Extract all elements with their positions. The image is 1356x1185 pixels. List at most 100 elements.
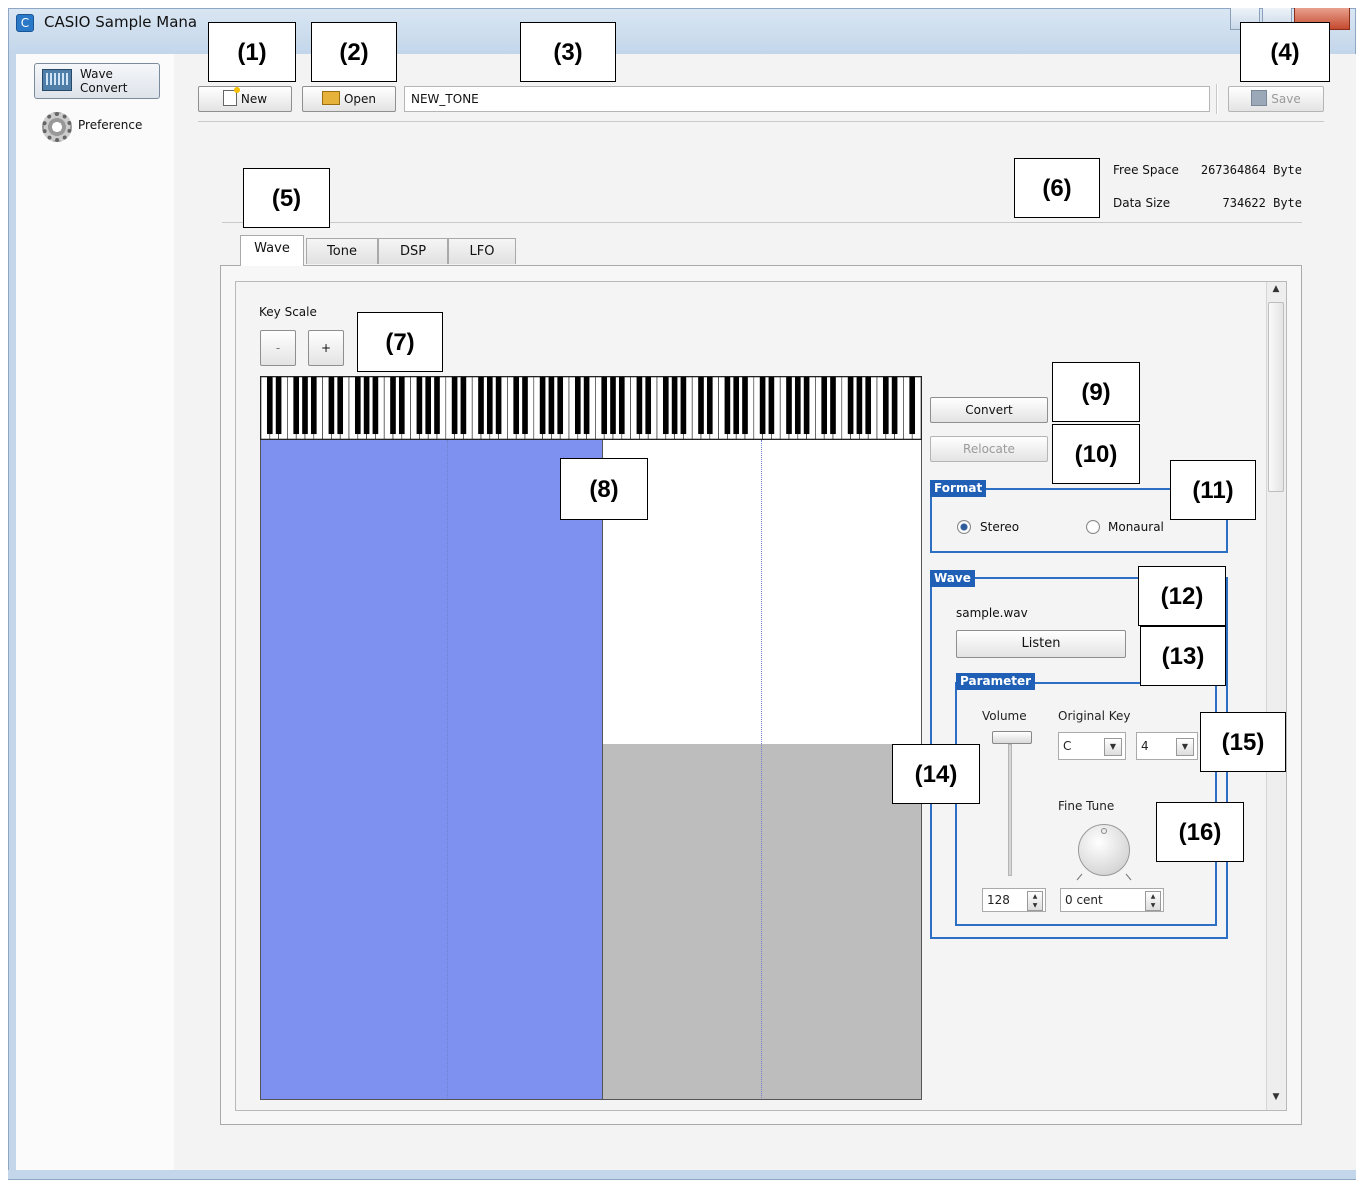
black-key[interactable] [522,377,528,435]
open-button[interactable]: Open [302,86,396,112]
black-key[interactable] [513,377,520,435]
black-key[interactable] [302,377,308,435]
black-key[interactable] [337,377,344,435]
key-scale-minus-button[interactable]: - [260,330,296,366]
tab-dsp[interactable]: DSP [378,238,448,264]
tone-name-input[interactable]: NEW_TONE [404,86,1210,112]
toolbar-separator [1216,84,1218,114]
piano-keys[interactable] [261,377,921,439]
black-key[interactable] [557,377,564,435]
volume-slider-track[interactable] [1008,744,1012,876]
black-key[interactable] [293,377,300,435]
save-icon [1251,90,1268,106]
black-key[interactable] [610,377,616,435]
volume-slider-thumb[interactable] [992,731,1032,744]
scroll-down-arrow-icon[interactable]: ▼ [1266,1092,1286,1108]
black-key[interactable] [372,377,379,435]
black-key[interactable] [706,377,713,435]
volume-spinbox[interactable]: 128 ▲ ▼ [982,888,1046,912]
black-key[interactable] [486,377,493,435]
fine-tune-spinbox[interactable]: 0 cent ▲ ▼ [1060,888,1164,912]
black-key[interactable] [645,377,652,435]
black-key[interactable] [583,377,590,435]
callout-14: (14) [892,744,980,804]
black-key[interactable] [724,377,731,435]
monaural-radio[interactable] [1086,520,1100,534]
black-key[interactable] [275,377,282,435]
black-key[interactable] [574,377,581,435]
black-key[interactable] [618,377,625,435]
stereo-label[interactable]: Stereo [980,520,1019,534]
black-key[interactable] [821,377,828,435]
black-key[interactable] [601,377,608,435]
black-key[interactable] [495,377,502,435]
gear-icon[interactable] [42,112,72,142]
key-scale-label: Key Scale [259,305,317,319]
tab-lfo[interactable]: LFO [448,238,516,264]
black-key[interactable] [856,377,863,435]
black-key[interactable] [909,377,916,435]
spin-arrows-icon[interactable]: ▲ ▼ [1145,891,1161,911]
black-key[interactable] [398,377,405,435]
keyboard[interactable] [260,376,922,440]
tab-tone[interactable]: Tone [306,238,378,264]
data-size-label: Data Size [1113,196,1171,210]
black-key[interactable] [390,377,396,435]
black-key[interactable] [354,377,361,435]
save-button[interactable]: Save [1228,86,1324,112]
zone-wave-assigned[interactable] [261,440,602,1099]
new-button[interactable]: New [198,86,292,112]
free-space-value: 267364864 Byte [1200,163,1302,177]
black-key[interactable] [266,377,273,435]
black-key[interactable] [539,377,546,435]
black-key[interactable] [882,377,889,435]
black-key[interactable] [768,377,775,435]
sidebar-item-preference[interactable]: Preference [78,118,142,132]
black-key[interactable] [698,377,704,435]
black-key[interactable] [416,377,423,435]
black-key[interactable] [328,377,335,435]
wave-title: Wave [930,570,975,587]
black-key[interactable] [310,377,317,435]
convert-button[interactable]: Convert [930,397,1048,423]
black-key[interactable] [847,377,854,435]
callout-16: (16) [1156,802,1244,862]
black-key[interactable] [803,377,810,435]
original-key-octave-select[interactable]: 4 ▼ [1136,732,1198,760]
black-key[interactable] [786,377,792,435]
callout-9: (9) [1052,362,1140,422]
black-key[interactable] [636,377,643,435]
black-key[interactable] [434,377,440,435]
listen-button[interactable]: Listen [956,630,1126,658]
zone-unassigned[interactable] [602,744,921,1099]
black-key[interactable] [742,377,748,435]
octave-divider [761,440,762,1099]
black-key[interactable] [891,377,898,435]
monaural-label[interactable]: Monaural [1108,520,1164,534]
black-key[interactable] [759,377,766,435]
black-key[interactable] [548,377,555,435]
tab-wave[interactable]: Wave [240,235,304,266]
original-key-note-select[interactable]: C ▼ [1058,732,1126,760]
black-key[interactable] [662,377,669,435]
key-map[interactable] [260,440,922,1100]
black-key[interactable] [830,377,836,435]
black-key[interactable] [478,377,484,435]
black-key[interactable] [363,377,370,435]
black-key[interactable] [733,377,740,435]
key-scale-plus-button[interactable]: + [308,330,344,366]
spin-arrows-icon[interactable]: ▲ ▼ [1027,891,1043,911]
black-key[interactable] [794,377,801,435]
black-key[interactable] [460,377,467,435]
scrollbar-thumb[interactable] [1268,302,1284,492]
black-key[interactable] [451,377,458,435]
chevron-down-icon[interactable]: ▼ [1104,738,1122,756]
stereo-radio[interactable] [957,520,971,534]
black-key[interactable] [425,377,432,435]
relocate-button[interactable]: Relocate [930,436,1048,462]
scroll-up-arrow-icon[interactable]: ▲ [1266,284,1286,300]
chevron-down-icon[interactable]: ▼ [1176,738,1194,756]
black-key[interactable] [865,377,872,435]
black-key[interactable] [671,377,678,435]
black-key[interactable] [680,377,687,435]
